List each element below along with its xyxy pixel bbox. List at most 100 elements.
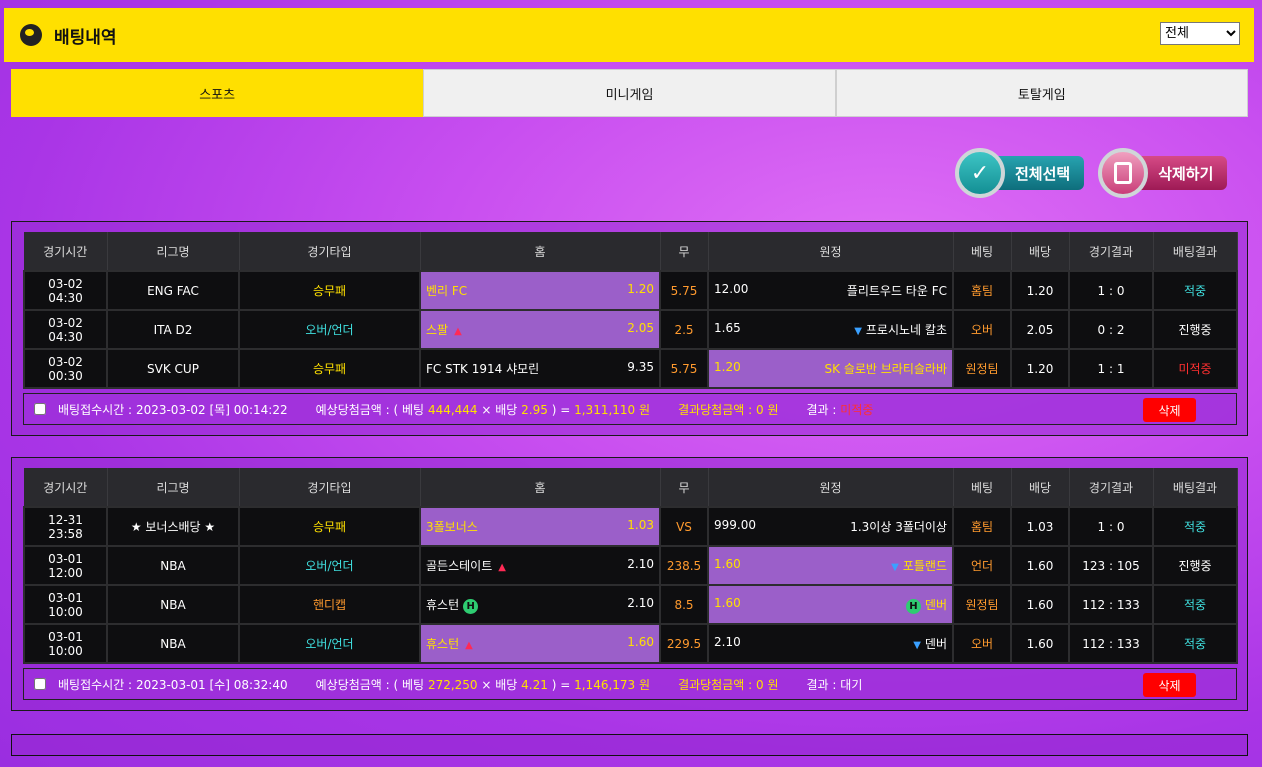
- delete-all-button[interactable]: 삭제하기: [1098, 148, 1228, 198]
- away-cell[interactable]: 1.60 ▼ 포틀랜드: [707, 545, 954, 586]
- draw-cell[interactable]: VS: [659, 506, 709, 547]
- bet-checkbox[interactable]: [34, 678, 46, 690]
- bet-pick: 홈팀: [952, 506, 1012, 547]
- draw-cell[interactable]: 8.5: [659, 584, 709, 625]
- result-status: 대기: [840, 677, 863, 692]
- home-cell[interactable]: 휴스턴 H 2.10: [419, 584, 661, 625]
- expected-bet-odds: 4.21: [521, 677, 548, 692]
- away-team: 플리트우드 타운 FC: [846, 284, 947, 298]
- tab-sports[interactable]: 스포츠: [11, 69, 424, 117]
- up-arrow-icon: ▲: [465, 640, 473, 651]
- result-group: 결과 : 미적중: [807, 401, 874, 418]
- league-name: ENG FAC: [106, 270, 240, 311]
- match-time: 03-02 04:30: [23, 270, 108, 311]
- draw-cell[interactable]: 229.5: [659, 623, 709, 664]
- select-all-button[interactable]: ✓ 전체선택: [955, 148, 1085, 198]
- home-cell[interactable]: FC STK 1914 샤모린 9.35: [419, 348, 661, 389]
- home-cell[interactable]: 휴스턴 ▲ 1.60: [419, 623, 661, 664]
- bet-odds: 1.60: [1010, 623, 1070, 664]
- delete-bet-button[interactable]: 삭제: [1143, 673, 1196, 697]
- home-cell[interactable]: 벤리 FC 1.20: [419, 270, 661, 311]
- bet-result: 미적중: [1152, 348, 1238, 389]
- column-header: 배팅결과: [1153, 468, 1238, 507]
- result-label: 결과 :: [806, 677, 837, 692]
- delete-bet-button[interactable]: 삭제: [1143, 398, 1196, 422]
- bet-result: 적중: [1152, 623, 1238, 664]
- away-cell[interactable]: 1.60 H 덴버: [707, 584, 954, 625]
- won-amount-group: 결과당첨금액 : 0 원: [678, 676, 778, 693]
- accept-time-group: 배팅접수시간 : 2023-03-01 [수] 08:32:40: [58, 676, 288, 693]
- column-header: 무: [660, 468, 709, 507]
- draw-cell[interactable]: 5.75: [659, 270, 709, 311]
- filter-select[interactable]: 전체: [1160, 22, 1240, 45]
- match-score: 0 : 2: [1068, 309, 1154, 350]
- won-amount: 0: [756, 677, 764, 692]
- column-header: 홈: [420, 468, 661, 507]
- home-cell[interactable]: 골든스테이트 ▲ 2.10: [419, 545, 661, 586]
- column-header: 경기결과: [1069, 232, 1154, 271]
- result-group: 결과 : 대기: [807, 676, 863, 693]
- bet-result: 진행중: [1152, 545, 1238, 586]
- column-header: 배당: [1011, 468, 1070, 507]
- match-score: 112 : 133: [1068, 584, 1154, 625]
- draw-cell[interactable]: 2.5: [659, 309, 709, 350]
- expected-expected-label: 예상당첨금액 : ( 베팅: [315, 677, 425, 692]
- table-row: 03-01 10:00 NBA 오버/언더 휴스턴 ▲ 1.60 229.5 2.10 ▼ 덴버 오…: [23, 623, 1238, 664]
- page-title: 배팅내역: [54, 27, 117, 48]
- home-odds: 9.35: [627, 360, 654, 374]
- table-row: 03-02 04:30 ENG FAC 승무패 벤리 FC 1.20 5.75 12.00 플…: [23, 270, 1238, 311]
- table-header-row: 경기시간 리그명 경기타입 홈 무 원정 베팅 배당 경기결과 배팅결과: [24, 232, 1238, 271]
- bet-odds: 1.20: [1010, 270, 1070, 311]
- won-label: 결과당첨금액 :: [678, 677, 753, 692]
- column-header: 배당: [1011, 232, 1070, 271]
- away-odds: 12.00: [714, 282, 749, 296]
- away-cell[interactable]: 1.20 SK 슬로반 브라티슬라바: [707, 348, 954, 389]
- draw-cell[interactable]: 238.5: [659, 545, 709, 586]
- away-team-wrap: SK 슬로반 브라티슬라바: [825, 360, 947, 377]
- expected-bet-odds: 2.95: [521, 402, 548, 417]
- column-header: 경기시간: [24, 232, 108, 271]
- match-time: 03-02 00:30: [23, 348, 108, 389]
- column-header: 경기타입: [239, 468, 421, 507]
- home-cell[interactable]: 3폴보너스 1.03: [419, 506, 661, 547]
- home-cell[interactable]: 스팔 ▲ 2.05: [419, 309, 661, 350]
- expected-won: 원: [639, 677, 651, 692]
- accept-time: 2023-03-02 [목] 00:14:22: [135, 402, 288, 417]
- column-header: 리그명: [107, 232, 240, 271]
- expected-eq: ) =: [551, 402, 571, 417]
- expected-eq: ) =: [551, 677, 571, 692]
- home-odds: 1.60: [627, 635, 654, 649]
- tab-totalgame[interactable]: 토탈게임: [835, 69, 1248, 117]
- draw-cell[interactable]: 5.75: [659, 348, 709, 389]
- expected-bet-amount: 272,250: [427, 677, 478, 692]
- home-odds: 1.03: [627, 518, 654, 532]
- game-type: 승무패: [238, 506, 421, 547]
- game-type: 오버/언더: [238, 309, 421, 350]
- bet-table-wrap: 경기시간 리그명 경기타입 홈 무 원정 베팅 배당 경기결과 배팅결과 12-31 23:58 ★ …: [23, 468, 1238, 664]
- league-name: SVK CUP: [106, 348, 240, 389]
- header-bar: 배팅내역 전체: [4, 8, 1254, 62]
- won-amount-group: 결과당첨금액 : 0 원: [678, 401, 778, 418]
- league-name: NBA: [106, 545, 240, 586]
- away-cell[interactable]: 1.65 ▼ 프로시노네 칼초: [707, 309, 954, 350]
- away-odds: 1.20: [714, 360, 741, 374]
- away-team: 1.3이상 3폴더이상: [850, 520, 947, 534]
- match-score: 123 : 105: [1068, 545, 1154, 586]
- away-cell[interactable]: 12.00 플리트우드 타운 FC: [707, 270, 954, 311]
- match-time: 12-31 23:58: [23, 506, 108, 547]
- expected-payout: 1,146,173: [574, 677, 636, 692]
- table-header-row: 경기시간 리그명 경기타입 홈 무 원정 베팅 배당 경기결과 배팅결과: [24, 468, 1238, 507]
- bet-table: 경기시간 리그명 경기타입 홈 무 원정 베팅 배당 경기결과 배팅결과 12-31 23:58 ★ …: [23, 468, 1238, 664]
- tab-minigame[interactable]: 미니게임: [423, 69, 836, 117]
- bet-result: 적중: [1152, 584, 1238, 625]
- home-team: FC STK 1914 샤모린: [426, 362, 540, 376]
- bet-summary: 배팅접수시간 : 2023-03-02 [목] 00:14:22 예상당첨금액 :…: [23, 393, 1237, 425]
- expected-mult: × 배당: [481, 677, 518, 692]
- away-cell[interactable]: 2.10 ▼ 덴버: [707, 623, 954, 664]
- column-header: 경기타입: [239, 232, 421, 271]
- home-team: 휴스턴: [426, 637, 460, 651]
- check-icon: ✓: [955, 148, 1005, 198]
- bottom-bar: [11, 734, 1248, 756]
- bet-checkbox[interactable]: [34, 403, 46, 415]
- away-cell[interactable]: 999.00 1.3이상 3폴더이상: [707, 506, 954, 547]
